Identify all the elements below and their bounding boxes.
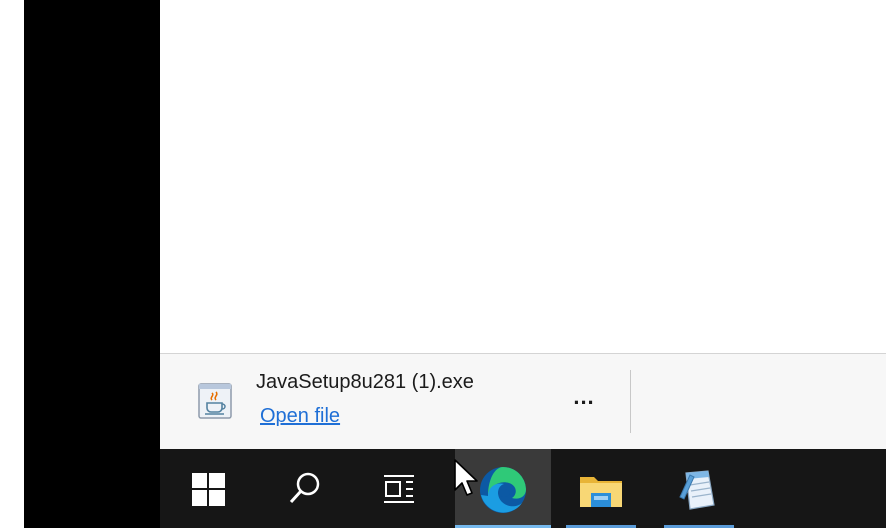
task-view-button[interactable]: [364, 449, 436, 528]
download-item[interactable]: JavaSetup8u281 (1).exe Open file ...: [160, 354, 630, 449]
notepad-icon: [679, 470, 715, 510]
search-button[interactable]: [268, 449, 340, 528]
taskbar: [160, 449, 886, 528]
download-bar: JavaSetup8u281 (1).exe Open file ...: [160, 353, 886, 449]
desktop-edge: [0, 0, 24, 528]
start-button[interactable]: [172, 449, 244, 528]
browser-page-area: [160, 0, 886, 353]
more-options-button[interactable]: ...: [566, 384, 602, 418]
mouse-pointer-icon: [454, 459, 478, 496]
taskbar-file-explorer-button[interactable]: [560, 449, 642, 528]
java-installer-icon: [198, 383, 232, 419]
taskbar-notepad-button[interactable]: [658, 449, 740, 528]
black-region: [24, 0, 160, 528]
file-explorer-icon: [580, 477, 622, 507]
search-icon: [289, 472, 320, 504]
edge-browser-icon: [480, 467, 526, 513]
open-file-link[interactable]: Open file: [260, 405, 340, 428]
window-right-edge: [886, 0, 895, 528]
download-file-name: JavaSetup8u281 (1).exe: [256, 371, 474, 393]
windows-logo-icon: [192, 473, 225, 506]
download-bar-divider: [630, 370, 631, 433]
task-view-icon: [384, 475, 414, 503]
